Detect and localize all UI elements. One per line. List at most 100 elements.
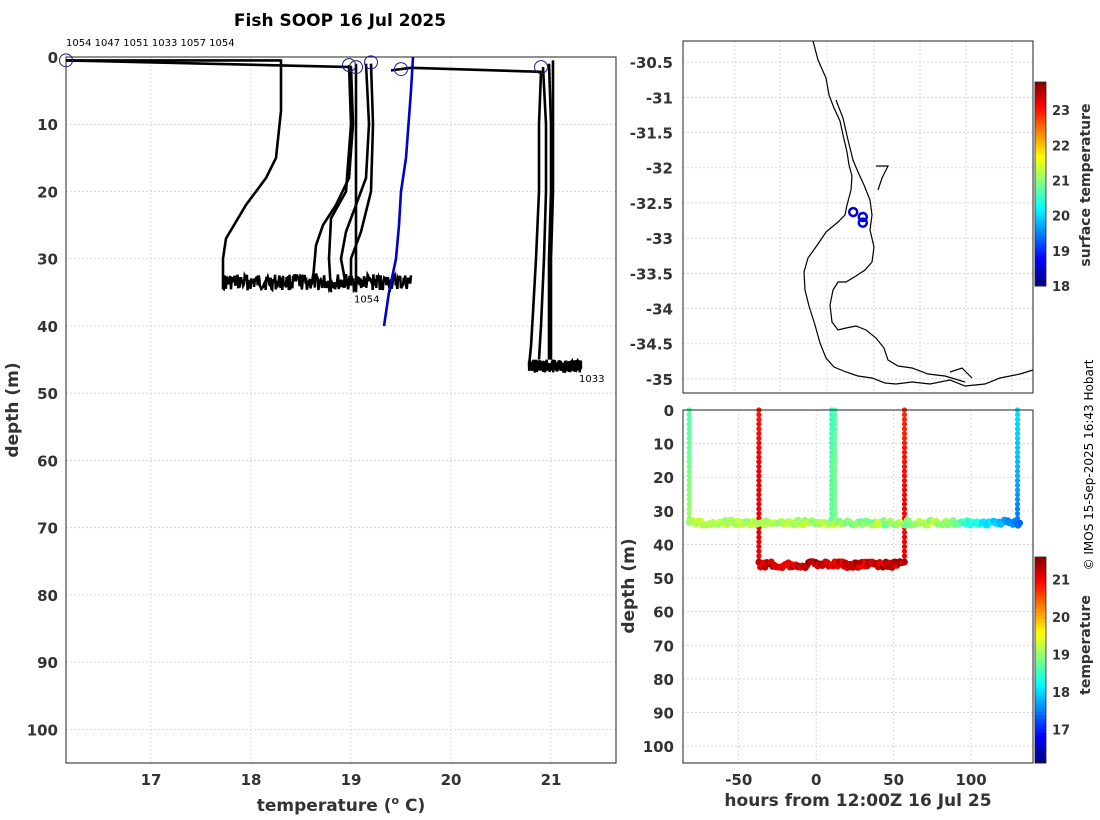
cast-point xyxy=(756,496,762,503)
colorbar-segment xyxy=(1035,241,1046,246)
colorbar-segment xyxy=(1035,258,1046,263)
cast-point xyxy=(901,496,908,503)
colorbar-tick-label: 18 xyxy=(1052,280,1070,295)
colorbar-segment xyxy=(1035,618,1046,623)
colorbar-segment xyxy=(1035,228,1046,233)
cast-point xyxy=(756,459,762,465)
cast-point xyxy=(756,548,762,554)
colorbar-segment xyxy=(1035,735,1046,740)
cast-point xyxy=(832,496,838,503)
cast-point xyxy=(756,482,762,488)
cast-point xyxy=(1014,445,1021,451)
section-x-tick-label: 50 xyxy=(883,771,904,789)
y-tick-label: 10 xyxy=(37,116,58,134)
colorbar-segment xyxy=(1035,187,1046,192)
colorbar-segment xyxy=(1035,756,1046,761)
cast-point xyxy=(901,412,908,418)
colorbar-segment xyxy=(1035,211,1046,216)
cast-point xyxy=(832,412,838,418)
colorbar-segment xyxy=(1035,136,1046,141)
colorbar-segment xyxy=(1035,611,1046,616)
colorbar-segment xyxy=(1035,666,1046,671)
cast-point xyxy=(686,463,692,470)
colorbar-segment xyxy=(1035,194,1046,199)
cast-point xyxy=(901,440,908,446)
colorbar-segment xyxy=(1035,126,1046,131)
y-tick-label: 0 xyxy=(48,49,58,67)
cast-point xyxy=(756,449,762,455)
cast-point xyxy=(901,482,908,488)
colorbar-segment xyxy=(1035,82,1046,86)
cast-point xyxy=(832,510,838,517)
section-x-tick-label: -50 xyxy=(725,771,752,789)
colorbar-segment xyxy=(1035,567,1046,572)
colorbar-segment xyxy=(1035,139,1046,144)
map-lat-label: -31.5 xyxy=(630,125,673,143)
colorbar-segment xyxy=(1035,122,1046,127)
cast-point xyxy=(686,421,692,427)
cast-point xyxy=(832,478,838,484)
cast-point xyxy=(756,473,762,479)
cast-point xyxy=(832,445,838,451)
cast-point xyxy=(756,468,762,474)
cast-point xyxy=(756,412,762,418)
y-tick-label: 20 xyxy=(37,183,58,201)
section-y-tick-label: 0 xyxy=(664,402,674,420)
cast-point xyxy=(756,529,762,535)
cast-point xyxy=(901,506,908,512)
colorbar-segment xyxy=(1035,102,1046,107)
cast-point xyxy=(901,501,908,507)
y-tick-label: 40 xyxy=(37,318,58,336)
colorbar-tick-label: 21 xyxy=(1052,174,1070,189)
cast-point xyxy=(686,496,692,503)
colorbar-tick-label: 19 xyxy=(1052,648,1070,663)
coastline xyxy=(829,99,966,383)
cast-point xyxy=(1014,454,1021,460)
cast-point xyxy=(1014,449,1021,455)
colorbar-tick-label: 20 xyxy=(1052,210,1070,225)
cast-point xyxy=(832,430,838,437)
y-axis-label: depth (m) xyxy=(3,362,23,457)
colorbar-segment xyxy=(1035,570,1046,575)
x-axis-label: temperature (o C) xyxy=(257,794,426,816)
colorbar-segment xyxy=(1035,694,1046,699)
map-lat-label: -33 xyxy=(646,230,673,248)
cast-point xyxy=(901,449,908,455)
cast-point xyxy=(1014,459,1021,465)
cast-point xyxy=(832,487,838,493)
cast-point xyxy=(686,510,692,517)
colorbar-segment xyxy=(1035,625,1046,630)
cast-point xyxy=(686,426,692,432)
colorbar-segment xyxy=(1035,143,1046,148)
colorbar-segment xyxy=(1035,594,1046,599)
y-tick-label: 60 xyxy=(37,452,58,470)
map-lat-label: -30.5 xyxy=(630,54,673,72)
section-y-tick-label: 60 xyxy=(653,604,674,622)
colorbar-segment xyxy=(1035,180,1046,185)
colorbar-segment xyxy=(1035,684,1046,688)
cast-point xyxy=(901,463,908,470)
cast-point xyxy=(832,492,838,498)
cast-point xyxy=(832,506,838,512)
cast-point xyxy=(686,416,692,423)
colorbar-tick-label: 20 xyxy=(1052,611,1070,626)
cast-point xyxy=(832,416,838,423)
colorbar-segment xyxy=(1035,235,1046,239)
colorbar-segment xyxy=(1035,245,1046,250)
colorbar-segment xyxy=(1035,639,1046,644)
colorbar-segment xyxy=(1035,252,1046,256)
cast-point xyxy=(1014,435,1021,441)
section-y-tick-label: 70 xyxy=(653,637,674,655)
cast-point xyxy=(901,430,908,437)
cast-point xyxy=(901,548,908,554)
section-panel: -50 0 50 100 0 10 20 30 40 50 60 70 80 90 100 17 18 19 20 2… xyxy=(619,402,1094,811)
colorbar-segment xyxy=(1035,133,1046,137)
cast-point xyxy=(832,440,838,446)
map-lat-label: -34 xyxy=(646,301,673,319)
cast-point xyxy=(756,543,762,550)
colorbar-segment xyxy=(1035,255,1046,260)
coastline xyxy=(803,40,1034,387)
cast-point xyxy=(1014,482,1021,488)
cast-point xyxy=(901,454,908,460)
cast-point xyxy=(1014,416,1021,423)
